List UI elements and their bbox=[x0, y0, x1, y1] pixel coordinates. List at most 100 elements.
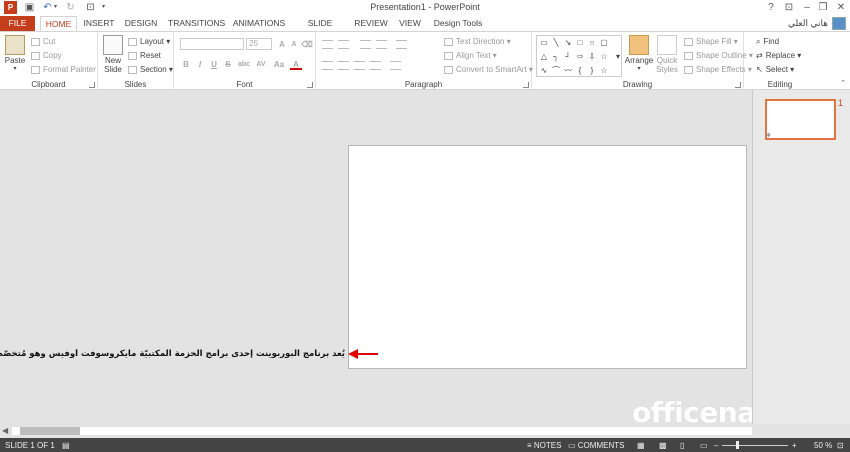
shape-outline-button[interactable]: Shape Outline ▾ bbox=[684, 51, 753, 60]
shape-arrow-line-icon[interactable]: ↘ bbox=[563, 39, 573, 47]
shape-down-arrow-icon[interactable]: ⇩ bbox=[587, 53, 597, 61]
slide-thumbnail-pane[interactable]: 1 ✱ bbox=[752, 90, 850, 424]
gallery-more-icon[interactable]: ▾ bbox=[613, 53, 623, 61]
restore-button[interactable]: ❐ bbox=[814, 0, 832, 16]
reset-button[interactable]: Reset bbox=[128, 51, 161, 60]
format-painter-button[interactable]: Format Painter bbox=[31, 65, 96, 74]
close-button[interactable]: ✕ bbox=[832, 0, 850, 16]
shape-curve-icon[interactable]: ∿ bbox=[539, 67, 549, 75]
normal-view-icon[interactable]: ▦ bbox=[637, 441, 645, 450]
new-slide-button[interactable]: New Slide bbox=[101, 35, 125, 74]
slide-canvas[interactable] bbox=[348, 145, 747, 369]
scroll-left-icon[interactable]: ◀ bbox=[2, 426, 8, 435]
increase-indent-icon[interactable] bbox=[376, 40, 387, 49]
replace-button[interactable]: ⇄ Replace ▾ bbox=[756, 51, 801, 60]
reading-view-icon[interactable]: ▯ bbox=[680, 441, 684, 450]
numbering-icon[interactable] bbox=[338, 40, 349, 49]
slideshow-view-icon[interactable]: ▭ bbox=[700, 441, 708, 450]
quick-styles-button[interactable]: Quick Styles bbox=[654, 35, 680, 74]
user-name[interactable]: هاني العلي bbox=[788, 18, 828, 29]
convert-smartart-button[interactable]: Convert to SmartArt ▾ bbox=[444, 65, 533, 74]
shape-star5-icon[interactable]: ☆ bbox=[599, 67, 609, 75]
tab-design[interactable]: DESIGN bbox=[124, 16, 158, 31]
ribbon-display-icon[interactable]: ⊡ bbox=[780, 0, 798, 16]
comments-button[interactable]: ▭ COMMENTS bbox=[568, 441, 624, 450]
zoom-slider[interactable] bbox=[722, 445, 788, 446]
shape-line-icon[interactable]: ╲ bbox=[551, 39, 561, 47]
shape-textbox-icon[interactable]: ▭ bbox=[539, 39, 549, 47]
spellcheck-icon[interactable]: ▤ bbox=[62, 441, 70, 450]
increase-font-icon[interactable]: A bbox=[276, 39, 288, 50]
font-size-input[interactable]: 25 bbox=[246, 38, 272, 50]
cut-button[interactable]: Cut bbox=[31, 37, 55, 46]
align-left-icon[interactable] bbox=[322, 61, 333, 70]
find-button[interactable]: ⌕ Find bbox=[756, 37, 779, 47]
char-spacing-button[interactable]: AV bbox=[254, 59, 268, 70]
collapse-ribbon-icon[interactable]: ⌃ bbox=[840, 79, 846, 87]
text-shadow-button[interactable]: abc bbox=[236, 59, 252, 70]
shape-rectangle-icon[interactable]: □ bbox=[575, 39, 585, 47]
zoom-out-icon[interactable]: – bbox=[714, 441, 718, 450]
shape-right-brace-icon[interactable]: } bbox=[587, 67, 597, 75]
shape-rounded-rect-icon[interactable]: ▢ bbox=[599, 39, 609, 47]
horizontal-scrollbar[interactable]: ◀ bbox=[0, 424, 850, 438]
tab-insert[interactable]: INSERT bbox=[82, 16, 116, 31]
shape-triangle-icon[interactable]: △ bbox=[539, 53, 549, 61]
font-color-button[interactable]: A bbox=[290, 59, 302, 70]
align-text-button[interactable]: Align Text ▾ bbox=[444, 51, 497, 60]
tab-view[interactable]: VIEW bbox=[396, 16, 424, 31]
tab-animations[interactable]: ANIMATIONS bbox=[232, 16, 286, 31]
shape-fill-button[interactable]: Shape Fill ▾ bbox=[684, 37, 738, 46]
zoom-slider-thumb[interactable] bbox=[735, 441, 739, 449]
shape-oval-icon[interactable]: ○ bbox=[587, 39, 597, 47]
shape-left-brace-icon[interactable]: { bbox=[575, 67, 585, 75]
notes-button[interactable]: ≡ NOTES bbox=[527, 441, 561, 450]
bold-button[interactable]: B bbox=[180, 59, 192, 70]
shape-arc-icon[interactable]: ⌒ bbox=[551, 67, 561, 75]
tab-design-tools[interactable]: Design Tools bbox=[432, 16, 484, 31]
decrease-indent-icon[interactable] bbox=[360, 40, 371, 49]
scroll-thumb[interactable] bbox=[20, 427, 80, 435]
bullets-icon[interactable] bbox=[322, 40, 333, 49]
change-case-button[interactable]: Aa bbox=[272, 59, 286, 70]
italic-button[interactable]: I bbox=[194, 59, 206, 70]
shape-elbow-arrow-icon[interactable]: ┘ bbox=[563, 53, 573, 61]
layout-button[interactable]: Layout ▾ bbox=[128, 37, 170, 46]
drawing-launcher-icon[interactable] bbox=[735, 82, 741, 88]
zoom-in-icon[interactable]: + bbox=[792, 441, 797, 450]
select-button[interactable]: ↖ Select ▾ bbox=[756, 65, 794, 74]
zoom-level[interactable]: 50 % bbox=[814, 441, 832, 450]
shape-star-icon[interactable]: ☆ bbox=[599, 53, 609, 61]
shape-elbow-icon[interactable]: ┐ bbox=[551, 53, 561, 61]
arrange-button[interactable]: Arrange ▾ bbox=[624, 35, 654, 72]
paste-button[interactable]: Paste ▾ bbox=[4, 35, 26, 72]
paragraph-launcher-icon[interactable] bbox=[523, 82, 529, 88]
tab-review[interactable]: REVIEW bbox=[354, 16, 388, 31]
clear-formatting-icon[interactable]: ⌫ bbox=[301, 39, 313, 50]
tab-file[interactable]: FILE bbox=[0, 16, 35, 31]
copy-button[interactable]: Copy bbox=[31, 51, 62, 60]
text-direction-button[interactable]: Text Direction ▾ bbox=[444, 37, 511, 46]
tab-home[interactable]: HOME bbox=[40, 16, 77, 32]
slide-sorter-icon[interactable]: ▩ bbox=[659, 441, 667, 450]
tab-transitions[interactable]: TRANSITIONS bbox=[168, 16, 225, 31]
user-avatar[interactable] bbox=[832, 17, 846, 30]
line-spacing-icon[interactable] bbox=[396, 40, 407, 49]
justify-icon[interactable] bbox=[370, 61, 381, 70]
scroll-track[interactable] bbox=[12, 427, 752, 435]
tab-slide-show[interactable]: SLIDE SHOW bbox=[296, 16, 344, 43]
fit-to-window-icon[interactable]: ⊡ bbox=[837, 441, 844, 450]
clipboard-launcher-icon[interactable] bbox=[89, 82, 95, 88]
shape-effects-button[interactable]: Shape Effects ▾ bbox=[684, 65, 752, 74]
underline-button[interactable]: U bbox=[208, 59, 220, 70]
strikethrough-button[interactable]: S bbox=[222, 59, 234, 70]
align-center-icon[interactable] bbox=[338, 61, 349, 70]
align-right-icon[interactable] bbox=[354, 61, 365, 70]
font-launcher-icon[interactable] bbox=[307, 82, 313, 88]
section-button[interactable]: Section ▾ bbox=[128, 65, 173, 74]
font-name-input[interactable] bbox=[180, 38, 244, 50]
decrease-font-icon[interactable]: A bbox=[288, 39, 300, 50]
shape-right-arrow-icon[interactable]: ⇨ bbox=[575, 53, 585, 61]
slide-thumbnail[interactable] bbox=[765, 99, 836, 140]
columns-icon[interactable] bbox=[390, 61, 401, 70]
